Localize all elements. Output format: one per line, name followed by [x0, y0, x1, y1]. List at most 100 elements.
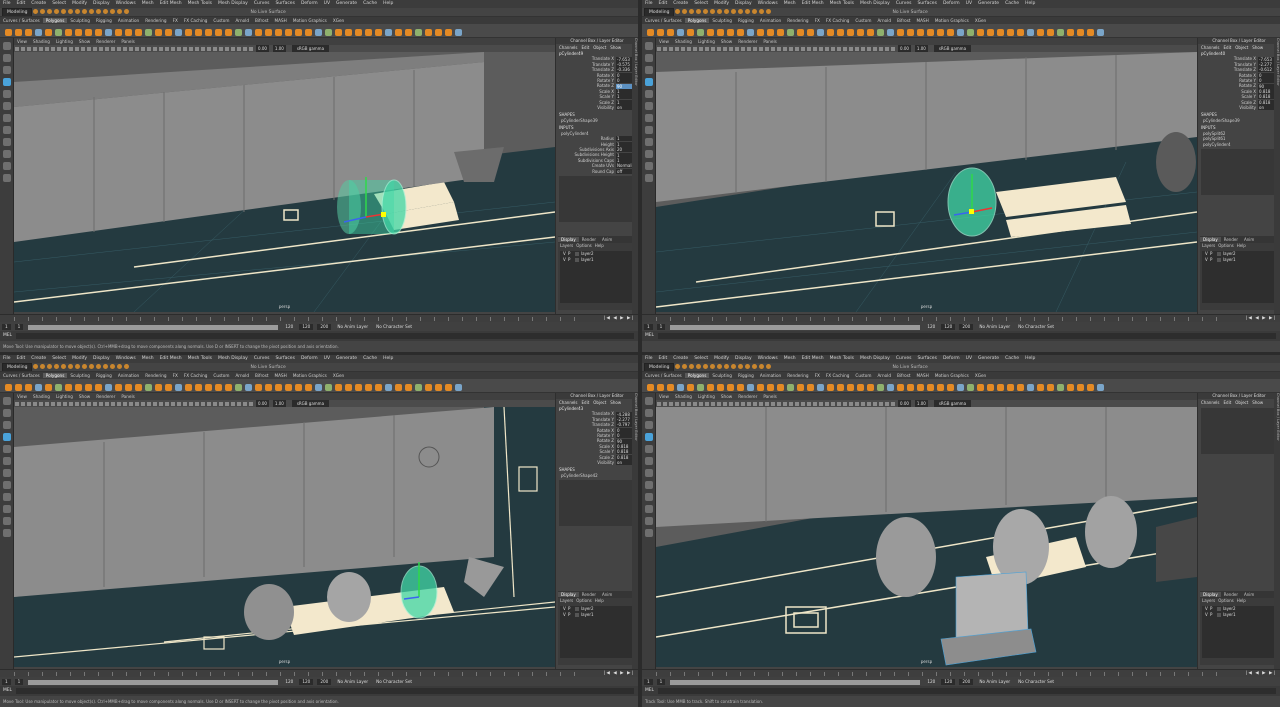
panel-toggle-icon[interactable]	[891, 47, 895, 51]
menu-modify[interactable]: Modify	[711, 1, 732, 6]
panel-toggle-icon[interactable]	[675, 47, 679, 51]
grid-tool-icon[interactable]	[2, 493, 11, 501]
shelf-tool-icon[interactable]	[124, 29, 132, 36]
mode-selector[interactable]: Modeling	[644, 8, 675, 16]
shelf-tab-motion-graphics[interactable]: Motion Graphics	[290, 373, 330, 378]
far-clip-field[interactable]: 1.00	[914, 400, 928, 407]
menu-uv[interactable]: UV	[963, 1, 975, 6]
status-tool-icon[interactable]	[759, 364, 765, 369]
time-slider[interactable]: |◀ ◀ ▶ ▶|	[642, 669, 1280, 677]
shelf-tool-icon[interactable]	[806, 29, 814, 36]
shelf-tool-icon[interactable]	[786, 29, 794, 36]
status-tool-icon[interactable]	[703, 9, 709, 14]
last-tool-icon[interactable]	[644, 114, 653, 122]
live-surface-field[interactable]: No Live Surface	[250, 363, 285, 371]
shelf-tool-icon[interactable]	[1016, 29, 1024, 36]
shelf-tab-fx[interactable]: FX	[170, 18, 181, 23]
mel-input[interactable]	[16, 333, 634, 339]
layer-menu-options[interactable]: Options	[1218, 243, 1233, 248]
panel-menu-shading[interactable]: Shading	[30, 394, 53, 399]
channel-row[interactable]: Visibility on	[556, 105, 638, 111]
status-tool-icon[interactable]	[675, 9, 681, 14]
shelf-tool-icon[interactable]	[836, 384, 844, 391]
panel-toggle-icon[interactable]	[105, 47, 109, 51]
panel-toggle-icon[interactable]	[219, 47, 223, 51]
shelf-tool-icon[interactable]	[686, 384, 694, 391]
shelf-tool-icon[interactable]	[34, 384, 42, 391]
panel-toggle-icon[interactable]	[873, 402, 877, 406]
layer-tab-anim[interactable]: Anim	[599, 592, 615, 597]
shelf-tool-icon[interactable]	[766, 384, 774, 391]
shelf-tool-icon[interactable]	[946, 384, 954, 391]
mel-input[interactable]	[658, 688, 1276, 694]
status-tool-icon[interactable]	[33, 9, 39, 14]
near-clip-field[interactable]: 0.00	[256, 45, 269, 52]
playback-controls[interactable]: |◀ ◀ ▶ ▶|	[604, 671, 634, 676]
shelf-tool-icon[interactable]	[646, 29, 654, 36]
start-time-field[interactable]: 1	[2, 324, 11, 330]
anim-layer-selector[interactable]: No Anim Layer	[337, 679, 368, 684]
shelf-tab-bifrost[interactable]: Bifrost	[894, 373, 914, 378]
status-tool-icon[interactable]	[89, 9, 95, 14]
panel-toggle-icon[interactable]	[759, 402, 763, 406]
panel-toggle-icon[interactable]	[657, 402, 661, 406]
shelf-tab-polygons[interactable]: Polygons	[684, 18, 710, 23]
panel-toggle-icon[interactable]	[213, 47, 217, 51]
status-tool-icon[interactable]	[738, 364, 744, 369]
panel-toggle-icon[interactable]	[141, 402, 145, 406]
panel-toggle-icon[interactable]	[39, 47, 43, 51]
menu-curves[interactable]: Curves	[893, 356, 915, 361]
menu-create[interactable]: Create	[28, 356, 49, 361]
menu-surfaces[interactable]: Surfaces	[914, 356, 940, 361]
character-set-selector[interactable]: No Character Set	[1018, 679, 1054, 684]
shelf-tool-icon[interactable]	[164, 29, 172, 36]
shelf-tool-icon[interactable]	[184, 384, 192, 391]
3d-viewport[interactable]: persp	[14, 407, 555, 667]
panel-toggle-icon[interactable]	[225, 402, 229, 406]
menu-file[interactable]: File	[0, 356, 14, 361]
playback-controls[interactable]: |◀ ◀ ▶ ▶|	[604, 316, 634, 321]
playback-end-field[interactable]: 120	[941, 679, 956, 685]
animation-end-field[interactable]: 200	[959, 324, 974, 330]
panel-toggle-icon[interactable]	[681, 47, 685, 51]
shelf-tool-icon[interactable]	[284, 29, 292, 36]
panel-toggle-icon[interactable]	[237, 402, 241, 406]
panel-menu-shading[interactable]: Shading	[672, 394, 695, 399]
panel-toggle-icon[interactable]	[117, 47, 121, 51]
layer-menu-layers[interactable]: Layers	[1202, 598, 1215, 603]
snap-tool-icon[interactable]	[2, 481, 11, 489]
shelf-tab-rigging[interactable]: Rigging	[93, 373, 115, 378]
panel-toggle-icon[interactable]	[51, 47, 55, 51]
far-clip-field[interactable]: 1.00	[272, 400, 286, 407]
panel-toggle-icon[interactable]	[837, 402, 841, 406]
layer-color-swatch[interactable]	[1217, 258, 1221, 262]
range-bar[interactable]	[28, 324, 279, 330]
shelf-tool-icon[interactable]	[1026, 29, 1034, 36]
shelf-tab-polygons[interactable]: Polygons	[42, 18, 68, 23]
panel-toggle-icon[interactable]	[165, 402, 169, 406]
panel-menu-view[interactable]: View	[14, 39, 30, 44]
panel-toggle-icon[interactable]	[879, 402, 883, 406]
panel-toggle-icon[interactable]	[765, 402, 769, 406]
layer-menu-help[interactable]: Help	[595, 598, 604, 603]
shelf-tool-icon[interactable]	[344, 384, 352, 391]
paint-tool-icon[interactable]	[2, 66, 11, 74]
shelf-tab-bifrost[interactable]: Bifrost	[894, 18, 914, 23]
menu-mesh-tools[interactable]: Mesh Tools	[185, 356, 215, 361]
shelf-tool-icon[interactable]	[956, 29, 964, 36]
side-tab-channel-box[interactable]: Channel Box / Layer Editor	[632, 38, 638, 314]
panel-toggle-icon[interactable]	[747, 402, 751, 406]
scale-tool-icon[interactable]	[644, 102, 653, 110]
panel-toggle-icon[interactable]	[717, 47, 721, 51]
side-tab-channel-box[interactable]: Channel Box / Layer Editor	[1274, 38, 1280, 314]
layout-tool-icon[interactable]	[644, 517, 653, 525]
color-space-selector[interactable]: sRGB gamma	[933, 400, 972, 407]
shelf-tool-icon[interactable]	[114, 29, 122, 36]
mel-label[interactable]: MEL	[645, 333, 654, 338]
shelf-tab-bifrost[interactable]: Bifrost	[252, 373, 272, 378]
menu-uv[interactable]: UV	[321, 356, 333, 361]
panel-toggle-icon[interactable]	[123, 402, 127, 406]
shelf-tab-motion-graphics[interactable]: Motion Graphics	[932, 373, 972, 378]
shelf-tab-fx[interactable]: FX	[812, 373, 823, 378]
color-space-selector[interactable]: sRGB gamma	[291, 45, 330, 52]
